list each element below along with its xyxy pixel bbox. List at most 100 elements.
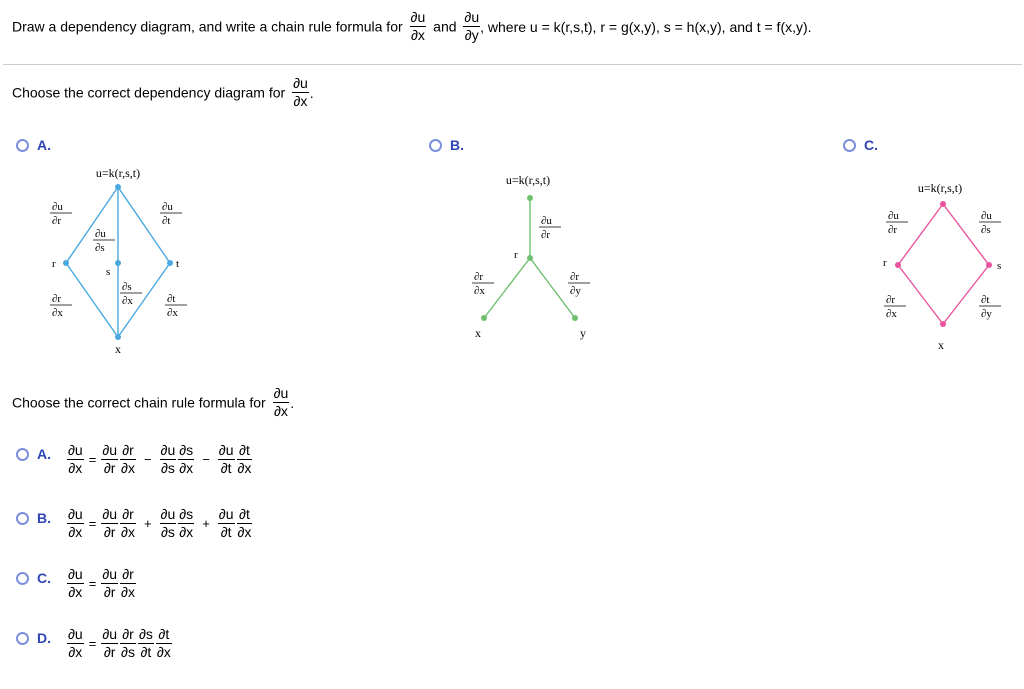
operator: = <box>88 636 97 651</box>
term-fraction: ∂s ∂x <box>178 442 195 476</box>
lhs-fraction: ∂u ∂x <box>67 506 84 540</box>
node-label-r: r <box>883 257 887 269</box>
edge-label-den: ∂x <box>167 307 178 319</box>
edge-label-den: ∂x <box>886 308 897 320</box>
term-fraction: ∂u ∂t <box>217 442 235 476</box>
term-fraction: ∂t ∂x <box>155 626 172 660</box>
edge-label-num: ∂u <box>52 201 63 213</box>
edge-label-den: ∂r <box>541 229 550 241</box>
chain-rule-formula: ∂u ∂x = ∂u ∂r ∂r ∂x <box>66 567 137 600</box>
question-text: Draw a dependency diagram, and write a c… <box>12 9 812 43</box>
node-u <box>527 195 533 201</box>
edge-label-num: ∂u <box>981 210 992 222</box>
operator: = <box>88 576 97 591</box>
edge-label-den: ∂x <box>474 285 485 297</box>
term-fraction: ∂u ∂r <box>101 626 119 660</box>
radio-button[interactable] <box>16 511 29 525</box>
edge-label-num: ∂r <box>886 294 895 306</box>
radio-button[interactable] <box>16 138 29 152</box>
edge-label-den: ∂r <box>888 224 897 236</box>
top-label: u=k(r,s,t) <box>506 173 550 187</box>
top-label: u=k(r,s,t) <box>96 166 140 180</box>
operator: − <box>143 452 152 467</box>
node-label-x: x <box>475 326 481 340</box>
node-label-x: x <box>938 338 944 352</box>
edge-label-den: ∂r <box>52 215 61 227</box>
node-t <box>167 260 173 266</box>
radio-button[interactable] <box>429 138 442 152</box>
dependency-diagram-c: u=k(r,s,t) r s x ∂u ∂r ∂u ∂s ∂r ∂x ∂t ∂y <box>883 181 1001 352</box>
node-label-r: r <box>514 249 518 261</box>
formula-option-c[interactable]: C. <box>16 570 51 586</box>
question-prefix: Draw a dependency diagram, and write a c… <box>12 18 403 35</box>
edge-label-den: ∂x <box>122 295 133 307</box>
radio-button[interactable] <box>16 631 29 645</box>
node-label-t: t <box>176 258 179 270</box>
term-fraction: ∂t ∂x <box>236 442 253 476</box>
edge-label-num: ∂u <box>541 215 552 227</box>
fraction-du-dx: ∂u ∂x <box>292 75 309 109</box>
edge-label-den: ∂x <box>52 307 63 319</box>
term-fraction: ∂u ∂r <box>101 506 119 540</box>
formula-option-b[interactable]: B. <box>16 510 51 526</box>
term-fraction: ∂u ∂r <box>101 566 119 600</box>
edge-label-den: ∂t <box>162 215 171 227</box>
edge-label-num: ∂r <box>52 293 61 305</box>
term-fraction: ∂s ∂t <box>137 626 154 660</box>
term-fraction: ∂s ∂x <box>178 506 195 540</box>
node-label-y: y <box>580 326 586 340</box>
edge-label-num: ∂t <box>167 293 176 305</box>
term-fraction: ∂r ∂x <box>120 506 136 540</box>
lhs-fraction: ∂u ∂x <box>67 626 84 660</box>
term-fraction: ∂u ∂s <box>159 442 177 476</box>
operator: + <box>143 516 152 531</box>
term-fraction: ∂t ∂x <box>236 506 253 540</box>
diagram-option-c[interactable]: C. <box>843 137 878 153</box>
node-r <box>63 260 69 266</box>
term-fraction: ∂r ∂x <box>120 442 136 476</box>
node-x <box>115 334 121 340</box>
edge-label-num: ∂s <box>122 281 132 293</box>
node-label-s: s <box>997 260 1001 272</box>
edge-label-den: ∂s <box>981 224 991 236</box>
term-fraction: ∂r ∂s <box>120 626 136 660</box>
formula-option-a[interactable]: A. <box>16 446 51 462</box>
edge-u-r <box>65 186 119 264</box>
edge-label-num: ∂r <box>474 271 483 283</box>
top-label: u=k(r,s,t) <box>918 181 962 195</box>
node-u <box>115 184 121 190</box>
node-s <box>986 262 992 268</box>
edge-r-x <box>483 257 531 319</box>
node-y <box>572 315 578 321</box>
lhs-fraction: ∂u ∂x <box>67 442 84 476</box>
dependency-diagram-b: u=k(r,s,t) r x y ∂u ∂r ∂r ∂x ∂r ∂y <box>472 173 590 340</box>
edge-r-x <box>897 264 944 325</box>
diagram-option-a[interactable]: A. <box>16 137 51 153</box>
radio-button[interactable] <box>16 447 29 461</box>
dependency-diagram-a: u=k(r,s,t) r s t x ∂u ∂r ∂u ∂s ∂u ∂t ∂r … <box>50 166 187 356</box>
chain-rule-formula: ∂u ∂x = ∂u ∂r ∂r ∂x − ∂u ∂s ∂s ∂x − ∂u ∂t ∂t ∂x <box>66 443 253 476</box>
node-x <box>481 315 487 321</box>
chain-rule-formula: ∂u ∂x = ∂u ∂r ∂r ∂x + ∂u ∂s ∂s ∂x + ∂u ∂t ∂t ∂x <box>66 507 253 540</box>
term-fraction: ∂u ∂t <box>217 506 235 540</box>
part2-prompt: Choose the correct chain rule formula fo… <box>12 385 295 419</box>
formula-option-d[interactable]: D. <box>16 630 51 646</box>
radio-button[interactable] <box>843 138 856 152</box>
node-u <box>940 201 946 207</box>
operator: − <box>202 452 210 467</box>
node-s <box>115 260 121 266</box>
part1-prompt: Choose the correct dependency diagram fo… <box>12 75 314 109</box>
edge-r-y <box>529 257 576 319</box>
edge-label-den: ∂s <box>95 242 105 254</box>
operator: = <box>88 452 97 467</box>
edge-label-num: ∂t <box>981 294 990 306</box>
edge-label-num: ∂u <box>162 201 173 213</box>
edge-u-r <box>897 203 944 266</box>
operator: = <box>88 516 97 531</box>
radio-button[interactable] <box>16 571 29 585</box>
node-x <box>940 321 946 327</box>
fraction-du-dy: ∂u ∂y <box>463 9 481 43</box>
node-label-r: r <box>52 258 56 270</box>
diagram-option-b[interactable]: B. <box>429 137 464 153</box>
term-fraction: ∂u ∂r <box>101 442 119 476</box>
